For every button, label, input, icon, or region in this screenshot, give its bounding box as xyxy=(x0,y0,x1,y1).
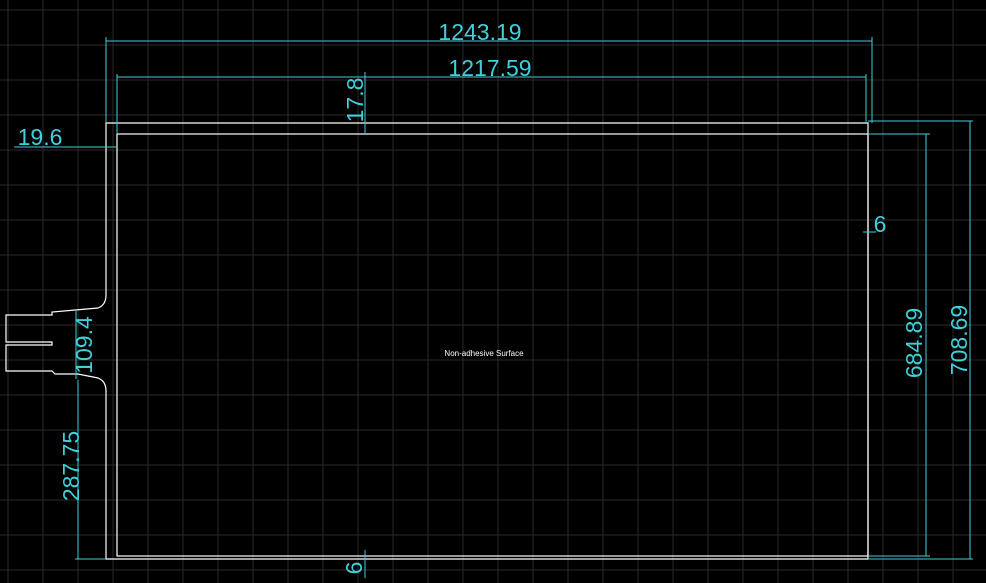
outer-panel-outline xyxy=(5,122,869,560)
dim-inner-height: 684.89 xyxy=(901,308,927,378)
inner-panel-outline xyxy=(116,133,869,557)
dim-tail-width: 109.4 xyxy=(71,316,97,374)
dim-left-margin: 19.6 xyxy=(18,124,63,150)
dim-overall-width: 1243.19 xyxy=(438,19,521,45)
dim-bottom-gap: 6 xyxy=(341,562,367,575)
background-grid xyxy=(0,0,986,583)
panel-outlines xyxy=(5,122,869,560)
surface-label: Non-adhesive Surface xyxy=(444,349,524,358)
dim-top-margin: 17.8 xyxy=(342,78,368,123)
dim-tail-offset: 287.75 xyxy=(58,431,84,501)
dim-inner-width: 1217.59 xyxy=(448,55,531,81)
dim-overall-height: 708.69 xyxy=(946,305,972,375)
cad-drawing-canvas[interactable]: 1243.19 1217.59 17.8 19.6 6 109.4 287.75… xyxy=(0,0,986,583)
dimension-lines xyxy=(14,37,973,578)
dim-right-gap: 6 xyxy=(874,211,887,237)
